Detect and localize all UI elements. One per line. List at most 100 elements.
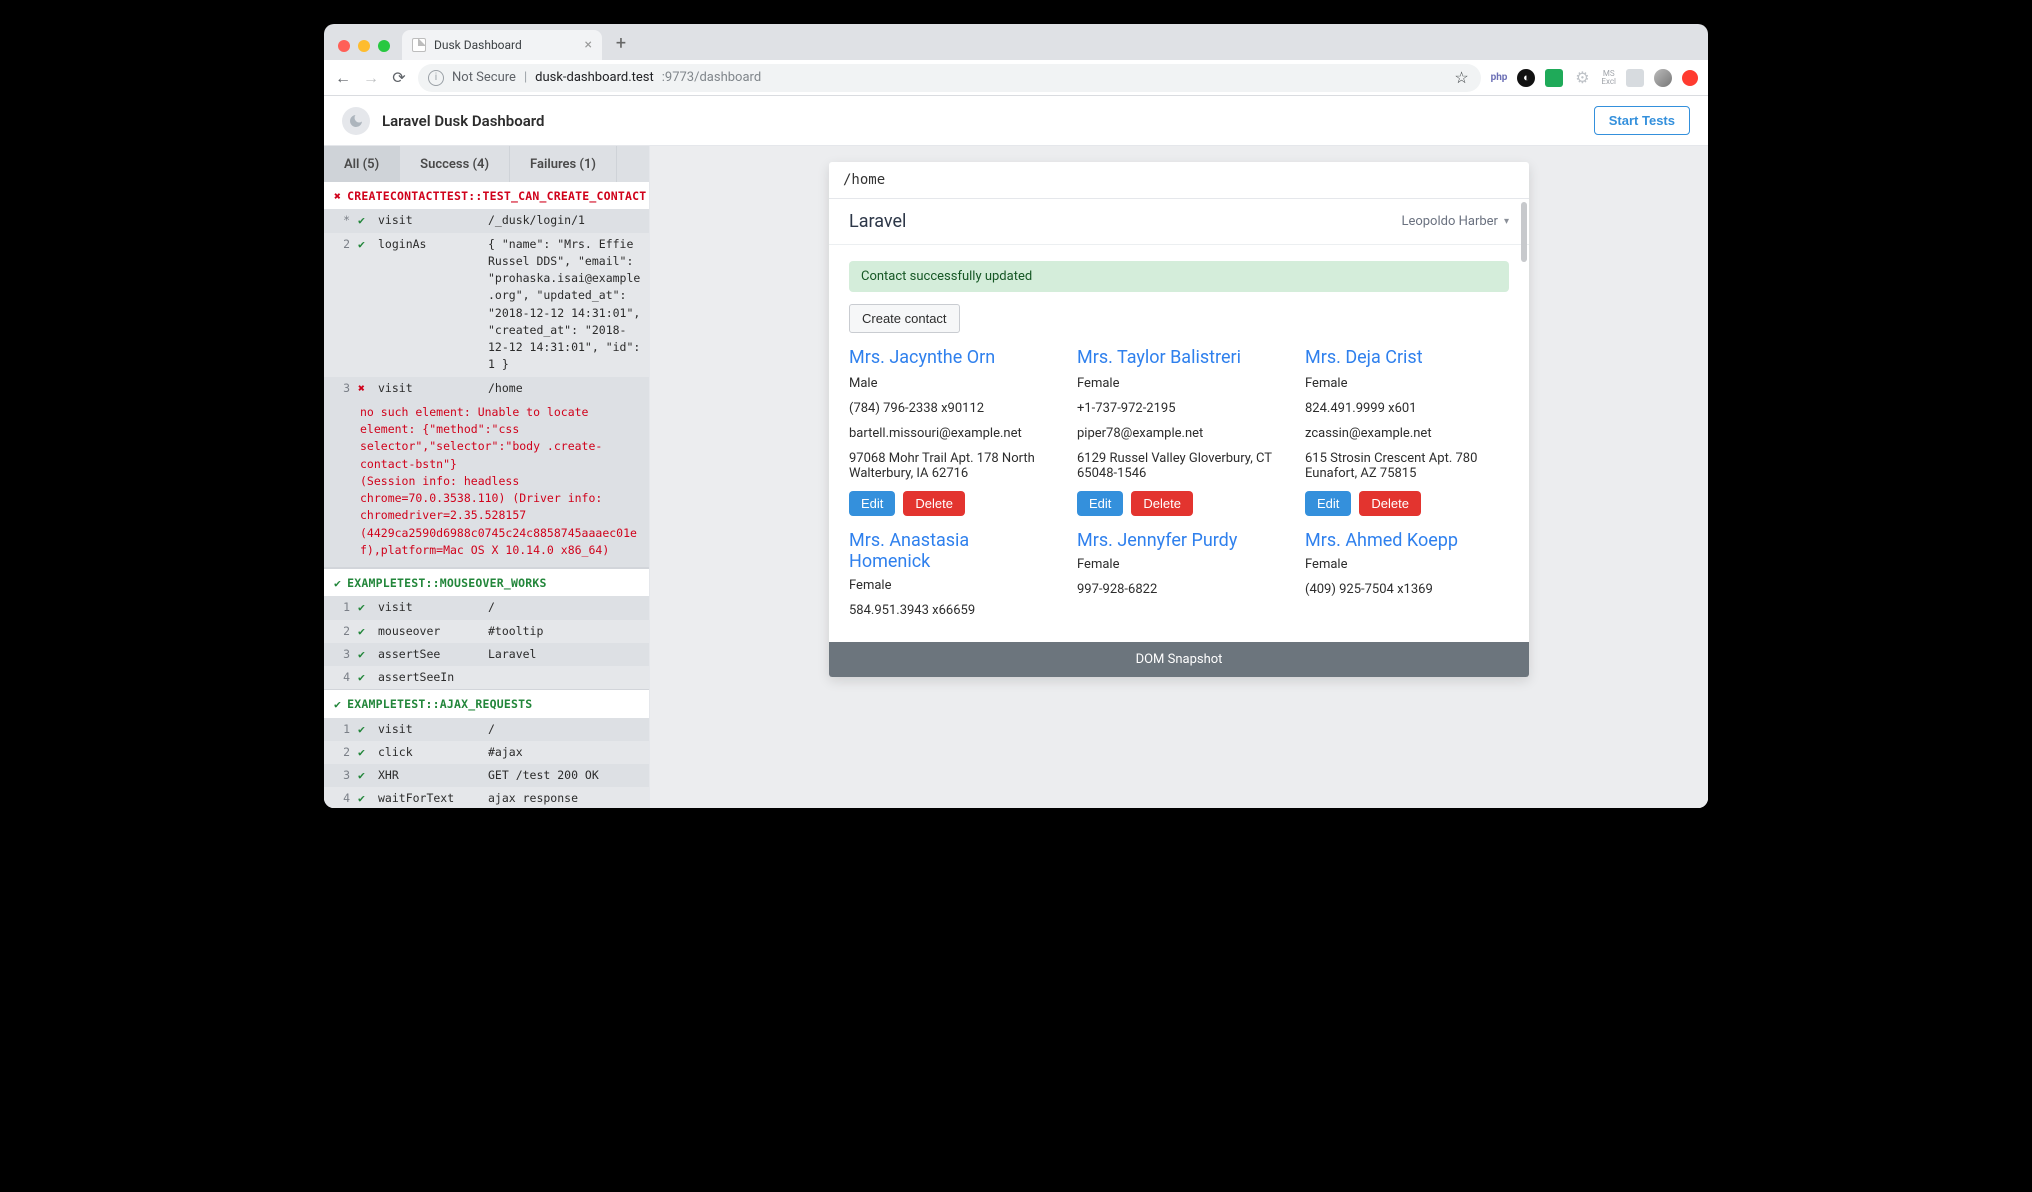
scrollbar-indicator [1521,202,1527,262]
delete-button[interactable]: Delete [1131,491,1193,516]
star-icon[interactable]: ☆ [1453,69,1471,87]
contact-card: Mrs. Anastasia Homenick Female 584.951.394… [849,530,1053,628]
contact-gender: Female [1077,557,1281,572]
ext-grey-icon[interactable] [1626,69,1644,87]
contact-phone: 584.951.3943 x66659 [849,603,1053,618]
ext-adblock-icon[interactable]: ◐ [1517,69,1535,87]
new-tab-button[interactable]: + [608,30,634,56]
site-info-icon[interactable]: i [428,70,444,86]
tab-success[interactable]: Success (4) [400,146,510,182]
preview-navbar: Laravel Leopoldo Harber ▾ [829,199,1529,245]
url-host: dusk-dashboard.test [535,70,654,85]
contacts-grid-2: Mrs. Anastasia Homenick Female 584.951.394… [849,530,1509,628]
test-step-row[interactable]: 3✔XHRGET /test 200 OK [324,764,649,787]
filter-tabs: All (5) Success (4) Failures (1) [324,146,649,182]
delete-button[interactable]: Delete [1359,491,1421,516]
user-menu[interactable]: Leopoldo Harber ▾ [1401,214,1509,229]
close-window-icon[interactable] [338,40,350,52]
edit-button[interactable]: Edit [1077,491,1123,516]
test-header[interactable]: ✖CREATECONTACTTEST::TEST_CAN_CREATE_CONT… [324,182,649,209]
sidebar: All (5) Success (4) Failures (1) ✖CREATE… [324,146,650,808]
test-list[interactable]: ✖CREATECONTACTTEST::TEST_CAN_CREATE_CONT… [324,182,649,808]
browser-window: Dusk Dashboard × + ← → ⟳ i Not Secure | … [324,24,1708,808]
user-name: Leopoldo Harber [1401,214,1498,229]
contact-email: piper78@example.net [1077,426,1281,441]
maximize-window-icon[interactable] [378,40,390,52]
chevron-down-icon: ▾ [1504,216,1509,227]
test-header[interactable]: ✔EXAMPLETEST::MOUSEOVER_WORKS [324,569,649,596]
reload-icon[interactable]: ⟳ [390,69,408,87]
success-alert: Contact successfully updated [849,261,1509,292]
contact-address: 97068 Mohr Trail Apt. 178 North Walterbu… [849,451,1053,481]
test-header[interactable]: ✔EXAMPLETEST::AJAX_REQUESTS [324,690,649,717]
moon-icon [342,107,370,135]
contact-name-link[interactable]: Mrs. Deja Crist [1305,347,1509,368]
preview-card: /home Laravel Leopoldo Harber ▾ Contact … [829,162,1529,677]
test-step-row[interactable]: 4✔waitForTextajax response [324,787,649,808]
browser-toolbar: ← → ⟳ i Not Secure | dusk-dashboard.test… [324,60,1708,96]
contact-phone: (784) 796-2338 x90112 [849,401,1053,416]
contact-gender: Male [849,376,1053,391]
tab-failures[interactable]: Failures (1) [510,146,617,182]
test-step-row[interactable]: 1✔visit/ [324,596,649,619]
contact-gender: Female [1305,557,1509,572]
contact-card: Mrs. Ahmed KoeppFemale(409) 925-7504 x13… [1305,530,1509,628]
test-step-row[interactable]: 3✔assertSeeLaravel [324,643,649,666]
contact-name-link[interactable]: Mrs. Anastasia Homenick [849,530,1053,572]
contact-card: Mrs. Jacynthe Orn Male (784) 796-2338 x901… [849,347,1053,516]
window-controls [332,40,396,60]
forward-icon[interactable]: → [362,69,380,87]
contact-card: Mrs. Jennyfer Purdy Female 997-928-6822 [1077,530,1281,628]
start-tests-button[interactable]: Start Tests [1594,106,1690,135]
tab-all[interactable]: All (5) [324,146,400,182]
back-icon[interactable]: ← [334,69,352,87]
app-title: Laravel Dusk Dashboard [382,112,544,130]
contact-email: bartell.missouri@example.net [849,426,1053,441]
test-error: no such element: Unable to locate elemen… [324,400,649,568]
main-pane: /home Laravel Leopoldo Harber ▾ Contact … [650,146,1708,808]
brand: Laravel Dusk Dashboard [342,107,544,135]
preview-url: /home [829,162,1529,199]
contact-address: 6129 Russel Valley Gloverbury, CT 65048-… [1077,451,1281,481]
test-step-row[interactable]: *✔visit/_dusk/login/1 [324,209,649,232]
contact-card: Mrs. Deja CristFemale824.491.9999 x601zc… [1305,347,1509,516]
ext-php-icon[interactable]: php [1491,72,1508,83]
contact-email: zcassin@example.net [1305,426,1509,441]
contact-card: Mrs. Taylor Balistreri Female +1-737-972-2… [1077,347,1281,516]
contact-phone: 997-928-6822 [1077,582,1281,597]
test-step-row[interactable]: 2✔loginAs{ "name": "Mrs. Effie Russel DD… [324,233,649,377]
contact-address: 615 Strosin Crescent Apt. 780 Eunafort, … [1305,451,1509,481]
test-step-row[interactable]: 2✔click#ajax [324,741,649,764]
edit-button[interactable]: Edit [849,491,895,516]
contact-name-link[interactable]: Mrs. Jennyfer Purdy [1077,530,1281,551]
url-path: :9773/dashboard [662,70,761,85]
browser-tab[interactable]: Dusk Dashboard × [402,30,602,60]
ext-gear-icon[interactable]: ⚙ [1573,69,1591,87]
minimize-window-icon[interactable] [358,40,370,52]
contact-name-link[interactable]: Mrs. Jacynthe Orn [849,347,1053,368]
contact-gender: Female [1077,376,1281,391]
app-bar: Laravel Dusk Dashboard Start Tests [324,96,1708,146]
ext-msexcl-icon[interactable]: MSExcl [1601,70,1616,86]
test-step-row[interactable]: 2✔mouseover#tooltip [324,620,649,643]
test-step-row[interactable]: 4✔assertSeeIn [324,666,649,689]
contact-gender: Female [849,578,1053,593]
content: All (5) Success (4) Failures (1) ✖CREATE… [324,146,1708,808]
delete-button[interactable]: Delete [903,491,965,516]
test-step-row[interactable]: 1✔visit/ [324,718,649,741]
extensions: php ◐ ⚙ MSExcl [1491,69,1698,87]
ext-green-icon[interactable] [1545,69,1563,87]
ext-red-icon[interactable] [1682,70,1698,86]
close-tab-icon[interactable]: × [585,37,592,53]
tab-title: Dusk Dashboard [434,38,522,52]
create-contact-button[interactable]: Create contact [849,304,960,333]
address-bar[interactable]: i Not Secure | dusk-dashboard.test:9773/… [418,64,1481,92]
dom-snapshot-footer[interactable]: DOM Snapshot [829,642,1529,677]
page-icon [412,38,426,52]
contact-name-link[interactable]: Mrs. Ahmed Koepp [1305,530,1509,551]
contact-name-link[interactable]: Mrs. Taylor Balistreri [1077,347,1281,368]
edit-button[interactable]: Edit [1305,491,1351,516]
test-step-row[interactable]: 3✖visit/home [324,377,649,400]
contact-phone: +1-737-972-2195 [1077,401,1281,416]
profile-avatar-icon[interactable] [1654,69,1672,87]
